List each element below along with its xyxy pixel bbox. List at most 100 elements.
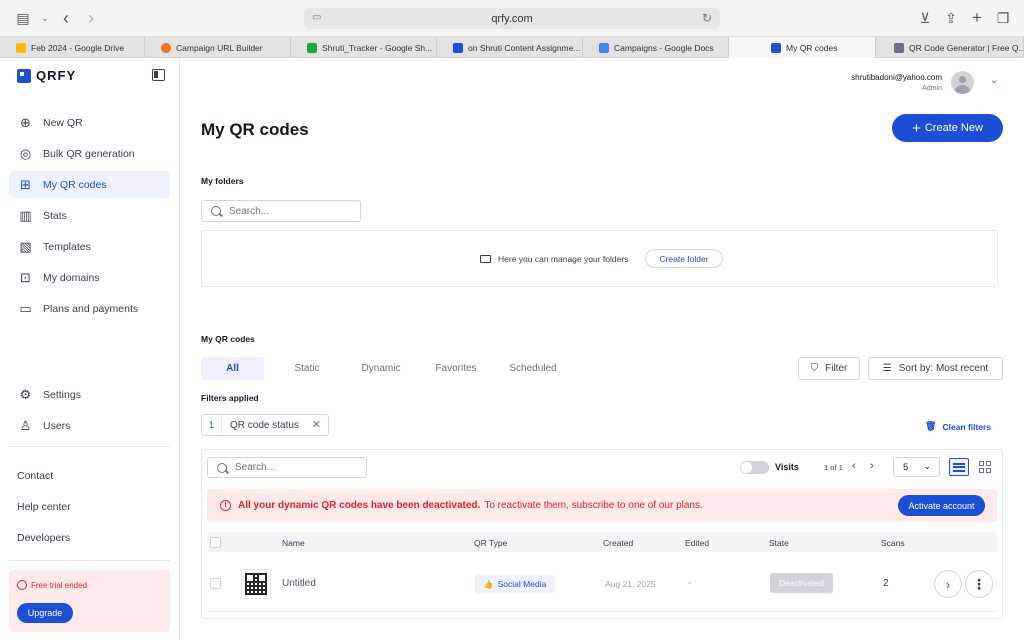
tab-google-drive[interactable]: Feb 2024 - Google Drive <box>0 37 145 58</box>
folder-search-input[interactable]: Search... <box>201 200 361 222</box>
sidebar-item-label: Users <box>43 419 71 432</box>
user-menu[interactable]: shrutibadoni@yahoo.com Admin <box>851 73 942 92</box>
tab-label: on Shruti Content Assignme... <box>468 42 581 53</box>
share-icon[interactable]: ⇪ <box>942 9 960 27</box>
new-tab-icon[interactable]: + <box>968 8 986 27</box>
qr-codes-heading: My QR codes <box>201 334 255 344</box>
clean-filters-button[interactable]: 🗑 Clean filters <box>925 421 991 432</box>
tab-my-qr-codes[interactable]: My QR codes <box>729 37 876 58</box>
sidebar-item-plans[interactable]: ▭ Plans and payments <box>9 295 170 322</box>
trial-ended-box: Free trial ended Upgrade <box>9 570 170 632</box>
reload-icon[interactable]: ↻ <box>702 11 712 25</box>
tab-scheduled[interactable]: Scheduled <box>500 357 566 380</box>
tab-favorites[interactable]: Favorites <box>424 357 488 380</box>
sidebar-item-my-qr-codes[interactable]: ⊞ My QR codes <box>9 171 170 198</box>
qr-code-icon <box>245 573 267 595</box>
clock-icon <box>17 580 27 590</box>
chevron-down-icon[interactable]: ⌄ <box>36 9 54 27</box>
activate-account-button[interactable]: Activate account <box>898 495 985 516</box>
avatar[interactable] <box>951 71 974 94</box>
plus-circle-icon: ⊕ <box>20 114 31 130</box>
tab-label: Shruti_Tracker - Google Sh... <box>322 42 433 53</box>
sort-dropdown[interactable]: ☰ Sort by: Most recent <box>868 357 1003 380</box>
page-icon: ▭ <box>312 12 322 23</box>
table-header <box>207 532 997 552</box>
list-view-button[interactable] <box>949 458 969 476</box>
grid-view-button[interactable] <box>975 458 995 476</box>
contact-link[interactable]: Contact <box>17 470 53 482</box>
create-folder-button[interactable]: Create folder <box>645 249 723 268</box>
download-icon[interactable]: ⊻ <box>916 9 934 27</box>
chevron-down-icon[interactable]: ⌄ <box>990 75 998 86</box>
filter-button[interactable]: ⛉ Filter <box>798 357 860 380</box>
search-icon <box>217 462 227 473</box>
template-icon: ▧ <box>19 238 32 254</box>
tabs-overview-icon[interactable]: ❐ <box>994 9 1012 27</box>
tab-strip: Feb 2024 - Google Drive Campaign URL Bui… <box>0 37 1024 58</box>
column-state[interactable]: State <box>769 538 789 548</box>
address-bar[interactable]: ▭ qrfy.com ↻ <box>304 8 720 29</box>
tab-qr-generator[interactable]: QR Code Generator | Free Q... <box>876 37 1024 58</box>
folders-panel: Here you can manage your folders Create … <box>201 230 998 287</box>
help-center-link[interactable]: Help center <box>17 501 71 513</box>
sidebar-item-settings[interactable]: ⚙ Settings <box>9 381 170 408</box>
alert-text: To reactivate them, subscribe to one of … <box>484 500 703 511</box>
per-page-select[interactable]: 5 ⌄ <box>893 457 940 477</box>
tab-label: Campaigns - Google Docs <box>614 42 714 53</box>
tab-trello[interactable]: on Shruti Content Assignme... <box>437 37 583 58</box>
table-row[interactable] <box>207 556 997 612</box>
column-name[interactable]: Name <box>282 538 305 548</box>
sidebar-item-templates[interactable]: ▧ Templates <box>9 233 170 260</box>
qr-thumbnail[interactable] <box>241 569 271 599</box>
open-details-button[interactable]: › <box>934 570 962 598</box>
create-new-button[interactable]: + Create New <box>892 114 1003 142</box>
qr-search-input[interactable]: Search... <box>207 457 367 478</box>
funnel-icon: ⛉ <box>810 363 819 374</box>
user-icon: ♙ <box>19 417 32 433</box>
qr-icon: ⊞ <box>20 176 31 192</box>
more-options-button[interactable]: ⋮ <box>965 570 993 598</box>
forward-icon[interactable]: › <box>82 8 100 28</box>
upgrade-button[interactable]: Upgrade <box>17 603 73 623</box>
drive-icon <box>16 42 26 53</box>
select-all-checkbox[interactable] <box>210 537 221 548</box>
trash-icon: 🗑 <box>925 421 937 431</box>
trello-icon <box>453 42 463 53</box>
sidebar-item-new-qr[interactable]: ⊕ New QR <box>9 109 170 136</box>
visits-label: Visits <box>775 462 799 472</box>
column-qr-type[interactable]: QR Type <box>474 538 507 548</box>
filter-chip-label: QR code status <box>230 419 299 431</box>
sort-label: Sort by: Most recent <box>898 363 989 374</box>
folders-heading: My folders <box>201 176 244 186</box>
row-name[interactable]: Untitled <box>282 578 316 589</box>
filter-chip[interactable]: 1 QR code status ✕ <box>201 414 329 436</box>
developers-link[interactable]: Developers <box>17 532 70 544</box>
column-scans[interactable]: Scans <box>881 538 905 548</box>
sidebar-item-stats[interactable]: ▥ Stats <box>9 202 170 229</box>
visits-toggle[interactable] <box>740 461 769 474</box>
sort-icon: ☰ <box>882 363 892 374</box>
sidebar-toggle-icon[interactable]: ▤ <box>14 9 32 27</box>
next-page-icon[interactable]: › <box>870 460 874 472</box>
column-created[interactable]: Created <box>603 538 633 548</box>
tab-all[interactable]: All <box>201 357 264 380</box>
qrfy-logo[interactable]: QRFY <box>17 68 76 83</box>
close-icon[interactable]: ✕ <box>312 418 321 431</box>
sidebar-item-my-domains[interactable]: ⊡ My domains <box>9 264 170 291</box>
back-icon[interactable]: ‹ <box>57 8 75 28</box>
tab-campaign-url-builder[interactable]: Campaign URL Builder <box>145 37 291 58</box>
tab-sheets[interactable]: Shruti_Tracker - Google Sh... <box>291 37 437 58</box>
target-icon: ◎ <box>19 145 32 161</box>
filter-count: 1 <box>202 415 222 435</box>
row-checkbox[interactable] <box>210 578 221 589</box>
tab-static[interactable]: Static <box>276 357 338 380</box>
sidebar-item-users[interactable]: ♙ Users <box>9 412 170 439</box>
prev-page-icon[interactable]: ‹ <box>852 460 856 472</box>
sidebar-item-bulk-qr[interactable]: ◎ Bulk QR generation <box>9 140 170 167</box>
tab-docs[interactable]: Campaigns - Google Docs <box>583 37 729 58</box>
collapse-sidebar-icon[interactable] <box>152 69 165 81</box>
sidebar-divider <box>9 446 170 447</box>
tab-dynamic[interactable]: Dynamic <box>350 357 412 380</box>
bar-chart-icon: ▥ <box>19 207 32 223</box>
column-edited[interactable]: Edited <box>685 538 709 548</box>
